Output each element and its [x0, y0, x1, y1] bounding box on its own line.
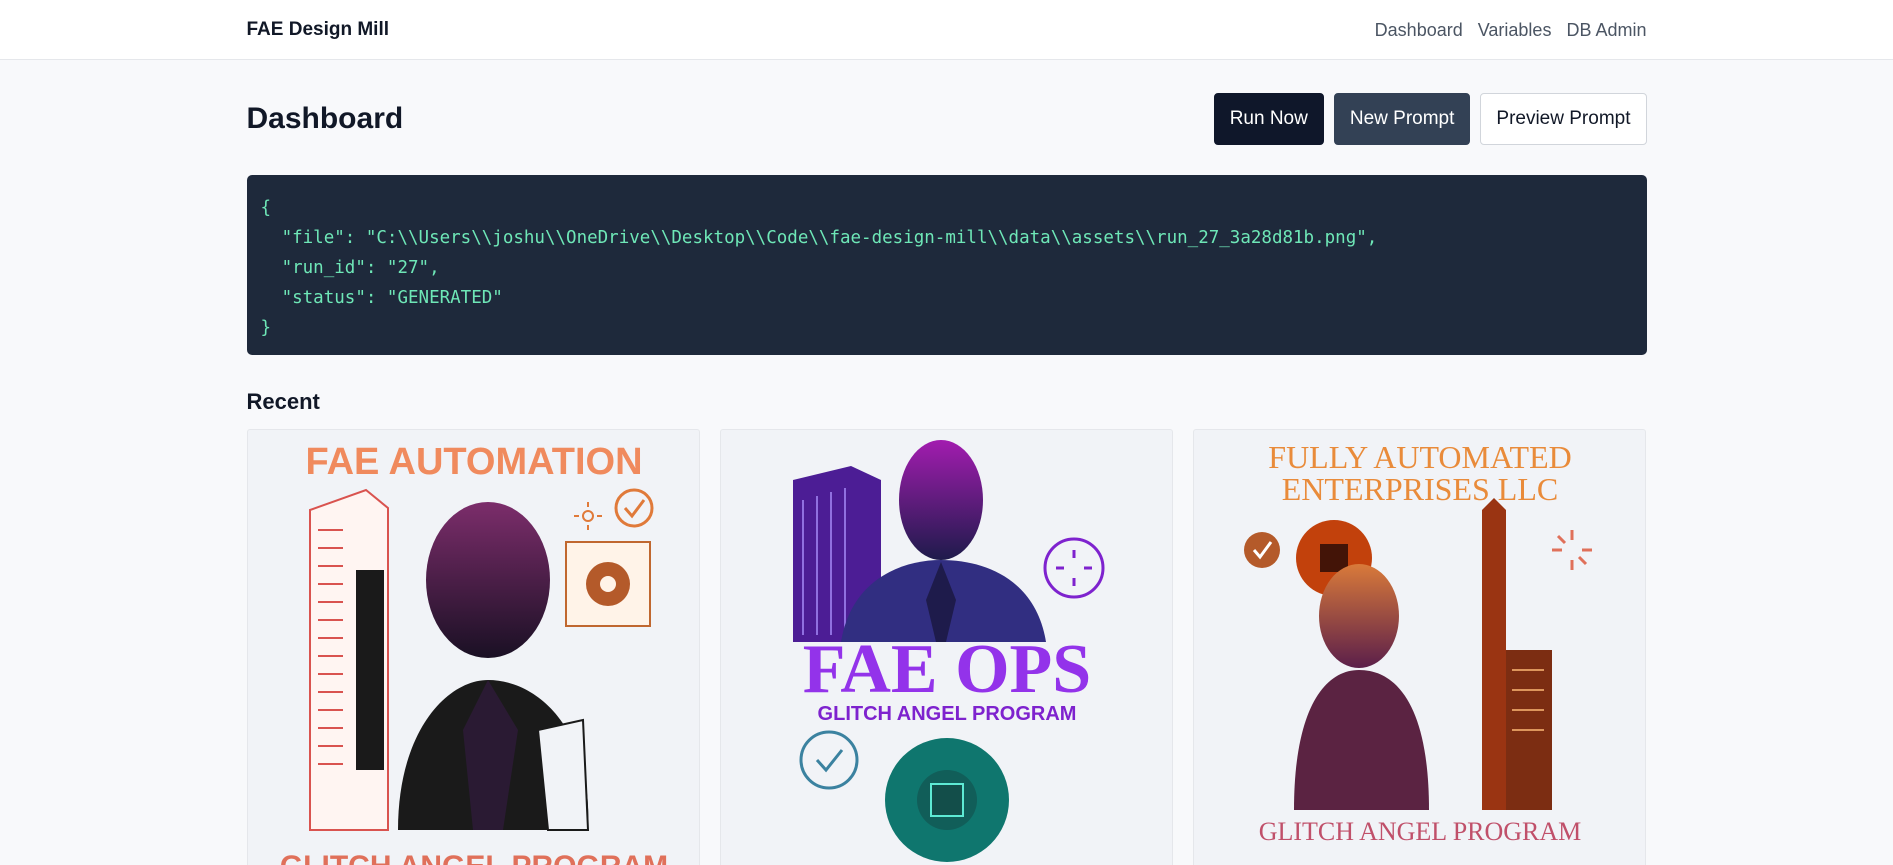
- top-navbar: FAE Design Mill Dashboard Variables DB A…: [0, 0, 1893, 60]
- tower-illustration: [308, 488, 389, 831]
- run-result-json: { "file": "C:\\Users\\joshu\\OneDrive\\D…: [260, 198, 1378, 338]
- nav-dashboard[interactable]: Dashboard: [1375, 20, 1463, 41]
- brand-logo[interactable]: FAE Design Mill: [247, 19, 390, 41]
- recent-card[interactable]: FULLY AUTOMATED ENTERPRISES LLC GLITCH A…: [1192, 429, 1646, 865]
- run-now-button[interactable]: Run Now: [1213, 92, 1324, 145]
- card-headline: FAE OPS: [802, 631, 1090, 708]
- chip-flower-icon: [884, 738, 1009, 862]
- generated-design-image: FULLY AUTOMATED ENTERPRISES LLC GLITCH A…: [1243, 439, 1592, 846]
- sun-icon: [573, 502, 602, 530]
- nav-variables[interactable]: Variables: [1478, 20, 1552, 41]
- loading-badge-icon: [1043, 537, 1104, 599]
- sun-icon: [1551, 530, 1592, 570]
- run-result-output: { "file": "C:\\Users\\joshu\\OneDrive\\D…: [246, 175, 1647, 355]
- main-content: Dashboard Run Now New Prompt Preview Pro…: [246, 60, 1647, 865]
- check-seal-icon: [799, 730, 858, 790]
- recent-section-title: Recent: [246, 389, 320, 414]
- card-headline-line1: FULLY AUTOMATED: [1268, 439, 1571, 475]
- robot-figure-illustration: [397, 502, 589, 831]
- card-subline: GLITCH ANGEL PROGRAM: [817, 703, 1076, 725]
- main-nav: Dashboard Variables DB Admin: [1375, 20, 1647, 41]
- obelisk-illustration: [1481, 498, 1552, 810]
- recent-card[interactable]: FAE AUTOMATION: [246, 429, 700, 865]
- check-icon: [614, 488, 653, 528]
- preview-prompt-button[interactable]: Preview Prompt: [1480, 92, 1647, 145]
- recent-gallery: FAE AUTOMATION FAE OPS GLITCH ANGEL PROG…: [246, 429, 1647, 865]
- chip-icon: [564, 541, 651, 627]
- page-header: Dashboard Run Now New Prompt Preview Pro…: [247, 60, 1647, 175]
- check-icon: [1243, 532, 1280, 568]
- nav-db-admin[interactable]: DB Admin: [1566, 20, 1646, 41]
- page-title: Dashboard: [246, 101, 404, 135]
- card-footer: GLITCH ANGEL PROGRAM: [1258, 817, 1581, 846]
- generated-design-image: FAE AUTOMATION: [279, 441, 667, 865]
- card-headline-line2: ENTERPRISES LLC: [1281, 471, 1557, 507]
- recent-card[interactable]: FAE OPS GLITCH ANGEL PROGRAM: [719, 429, 1173, 865]
- generated-design-image: FAE OPS GLITCH ANGEL PROGRAM: [792, 440, 1104, 862]
- new-prompt-button[interactable]: New Prompt: [1333, 92, 1471, 145]
- card-headline: FAE AUTOMATION: [305, 441, 642, 483]
- card-footer: GLITCH ANGEL PROGRAM: [279, 850, 667, 865]
- action-buttons: Run Now New Prompt Preview Prompt: [1213, 92, 1647, 145]
- robot-figure-illustration: [1293, 564, 1429, 810]
